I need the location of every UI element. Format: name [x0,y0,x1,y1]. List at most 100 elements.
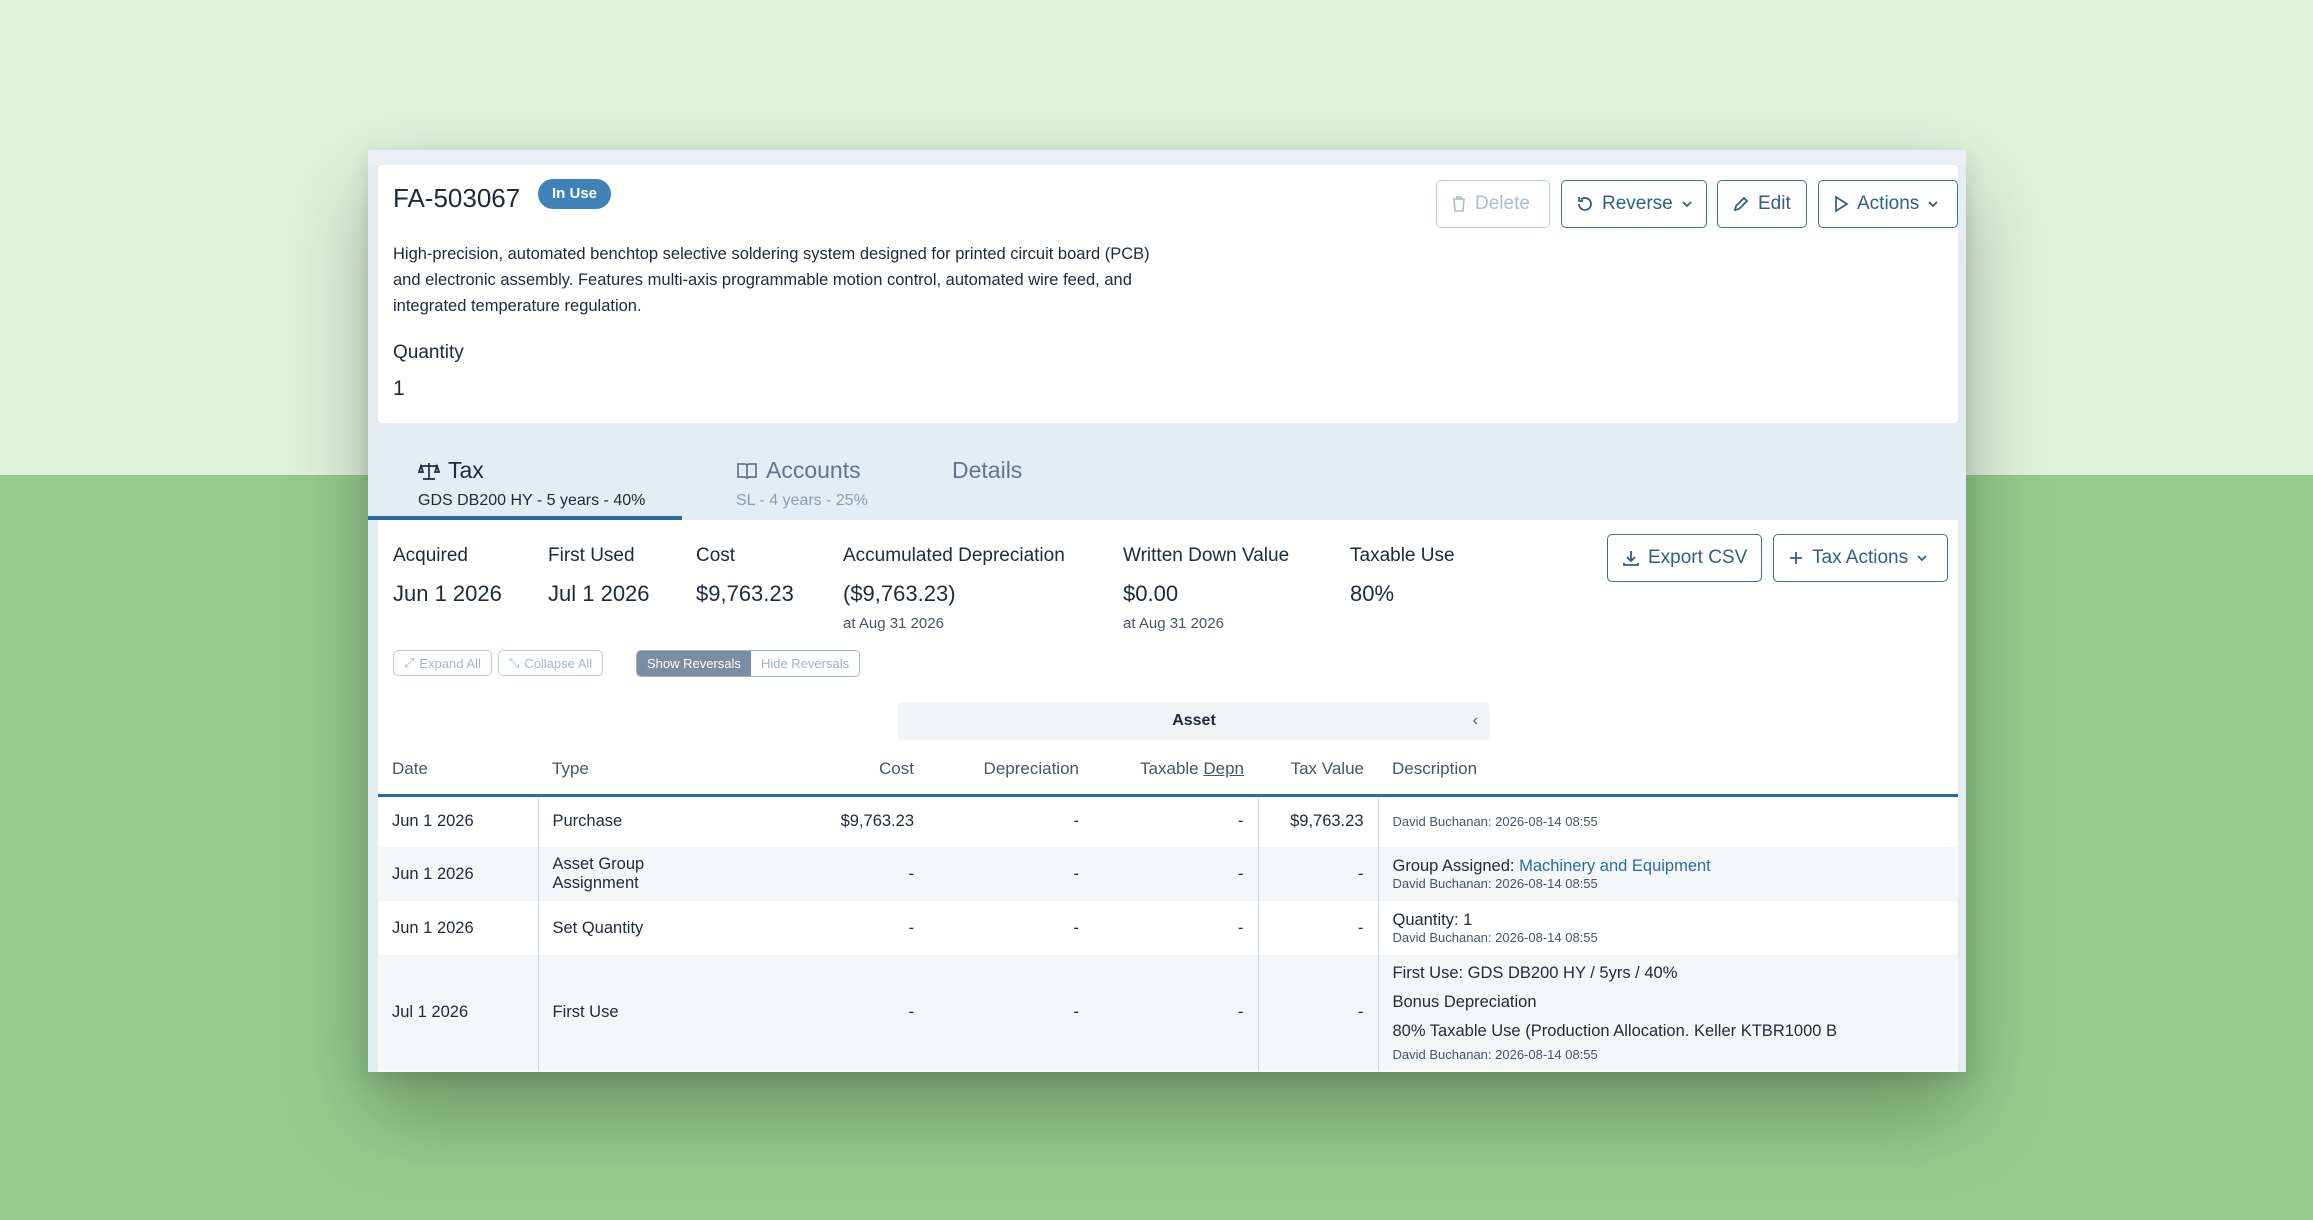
cell-depreciation: - [1073,918,1080,937]
asset-description: High-precision, automated benchtop selec… [393,245,1150,315]
expand-icon: ⤢ [404,655,415,670]
table-header-row: Date Type Cost Depreciation Taxable Depn… [378,745,1958,795]
undo-icon [1578,197,1592,211]
table-row[interactable]: Jun 1 2026 Set Quantity - - - - Quantity… [378,901,1958,955]
written-down-value-note: at Aug 31 2026 [1123,615,1224,632]
reverse-button-label: Reverse [1602,193,1673,214]
chevron-left-icon[interactable]: ‹ [1473,702,1478,740]
audit-info: David Buchanan: 2026-08-14 08:55 [1392,814,1598,830]
cell-taxable-depn: - [1093,795,1259,847]
play-icon [1835,195,1849,213]
pencil-icon [1733,196,1749,212]
summary-accumulated-depreciation: Accumulated Depreciation ($9,763.23) at … [843,545,1065,632]
reverse-button[interactable]: Reverse [1561,180,1707,228]
table-row[interactable]: Jul 1 2026 First Use - - - - First Use: … [378,955,1958,1070]
export-csv-button[interactable]: Export CSV [1607,534,1762,582]
reversals-toggle: Show Reversals Hide Reversals [636,650,861,677]
collapse-all-label: Collapse All [524,655,593,671]
edit-button-label: Edit [1758,193,1791,214]
column-taxable-depn-label: Taxable [1140,759,1204,779]
cell-type: Purchase [552,812,623,831]
tab-accounts-sub: SL - 4 years - 25% [736,492,868,509]
table-row[interactable]: Jun 1 2026 Purchase $9,763.23 - - $9,763… [378,795,1958,847]
summary-written-down-value: Written Down Value $0.00 at Aug 31 2026 [1123,545,1289,632]
first-used-label: First Used [548,545,635,566]
cost-label: Cost [696,545,736,566]
chevron-down-icon [1682,201,1692,208]
tab-bar: Tax GDS DB200 HY - 5 years - 40% Account… [378,435,1958,509]
export-csv-label: Export CSV [1648,547,1748,568]
taxable-use-value: 80% [1350,581,1395,606]
hide-reversals-button[interactable]: Hide Reversals [750,651,860,676]
cell-description: Group Assigned: Machinery and Equipment … [1378,847,1958,901]
asset-column-group-header: Asset ‹ [898,702,1490,740]
first-use-desc: First Use: GDS DB200 HY / 5yrs / 40% [1392,963,1678,982]
table-row[interactable]: Jun 1 2026 Asset Group Assignment - - - … [378,847,1958,901]
cell-taxable-depn: - [1093,901,1259,955]
tax-actions-button[interactable]: Tax Actions [1773,534,1948,582]
tab-accounts[interactable]: Accounts SL - 4 years - 25% [736,457,868,527]
tab-details-label: Details [952,457,1023,483]
tab-details[interactable]: Details [952,457,1022,527]
expand-collapse-group: ⤢ Expand All ⤡ Collapse All [393,650,604,676]
status-badge: In Use [538,179,612,209]
expand-all-label: Expand All [419,655,481,671]
edit-button[interactable]: Edit [1717,180,1807,228]
audit-info: David Buchanan: 2026-08-14 08:55 [1392,930,1598,945]
cell-tax-value: - [1258,847,1379,901]
cell-cost: - [908,864,915,883]
chevron-down-icon [1928,201,1938,208]
cell-depreciation: - [1073,864,1080,883]
cell-tax-value: - [1258,955,1379,1070]
accumulated-depreciation-note: at Aug 31 2026 [843,615,944,632]
cell-description: First Use: GDS DB200 HY / 5yrs / 40% Bon… [1378,955,1958,1070]
collapse-all-button[interactable]: ⤡ Collapse All [497,650,604,676]
delete-button[interactable]: Delete [1436,180,1550,228]
column-cost[interactable]: Cost [738,745,928,795]
cell-date: Jun 1 2026 [378,901,539,955]
cell-date: Jun 1 2026 [378,847,539,901]
delete-button-label: Delete [1475,193,1530,214]
column-taxable-depn[interactable]: Taxable Depn [1093,745,1258,795]
column-date[interactable]: Date [378,745,538,795]
taxable-use-desc: 80% Taxable Use (Production Allocation. … [1392,1021,1838,1040]
bonus-depreciation-desc: Bonus Depreciation [1392,992,1537,1011]
expand-all-button[interactable]: ⤢ Expand All [393,650,492,676]
taxable-use-label: Taxable Use [1350,545,1455,566]
cell-date: Jun 1 2026 [378,795,539,847]
actions-button-label: Actions [1857,193,1920,214]
cell-date: Jul 1 2026 [378,955,539,1070]
asset-group-link[interactable]: Machinery and Equipment [1519,857,1711,875]
audit-info: David Buchanan: 2026-08-14 08:55 [1392,876,1598,891]
tab-accounts-label: Accounts [766,457,861,483]
column-depreciation[interactable]: Depreciation [928,745,1093,795]
column-description[interactable]: Description [1378,745,1958,795]
quantity-desc: Quantity: 1 [1392,911,1473,929]
cell-type: First Use [552,1003,619,1021]
summary-first-used: First Used Jul 1 2026 [548,545,650,607]
book-icon [737,462,757,479]
tax-actions-label: Tax Actions [1812,547,1909,568]
written-down-value-label: Written Down Value [1123,545,1290,566]
quantity-value: 1 [393,377,405,400]
tax-content-panel: Acquired Jun 1 2026 First Used Jul 1 202… [378,520,1958,1072]
cost-value: $9,763.23 [696,581,794,606]
cell-type: Set Quantity [552,918,644,937]
trash-icon [1453,196,1465,212]
summary-acquired: Acquired Jun 1 2026 [393,545,502,607]
actions-button[interactable]: Actions [1818,180,1958,228]
asset-header-card: FA-503067 In Use High-precision, automat… [378,165,1958,423]
column-taxable-depn-abbr: Depn [1203,759,1244,779]
asset-id: FA-503067 [393,183,521,213]
show-reversals-button[interactable]: Show Reversals [637,651,751,676]
column-type[interactable]: Type [538,745,738,795]
cell-taxable-depn: - [1093,847,1259,901]
asset-window: FA-503067 In Use High-precision, automat… [368,150,1966,1072]
column-tax-value[interactable]: Tax Value [1258,745,1378,795]
window-topbar [368,150,1966,165]
cell-cost: - [908,1003,915,1021]
acquired-label: Acquired [393,545,468,566]
written-down-value-value: $0.00 [1123,581,1179,606]
group-assigned-label: Group Assigned: [1392,857,1520,875]
transactions-table: Date Type Cost Depreciation Taxable Depn… [378,745,1958,1070]
